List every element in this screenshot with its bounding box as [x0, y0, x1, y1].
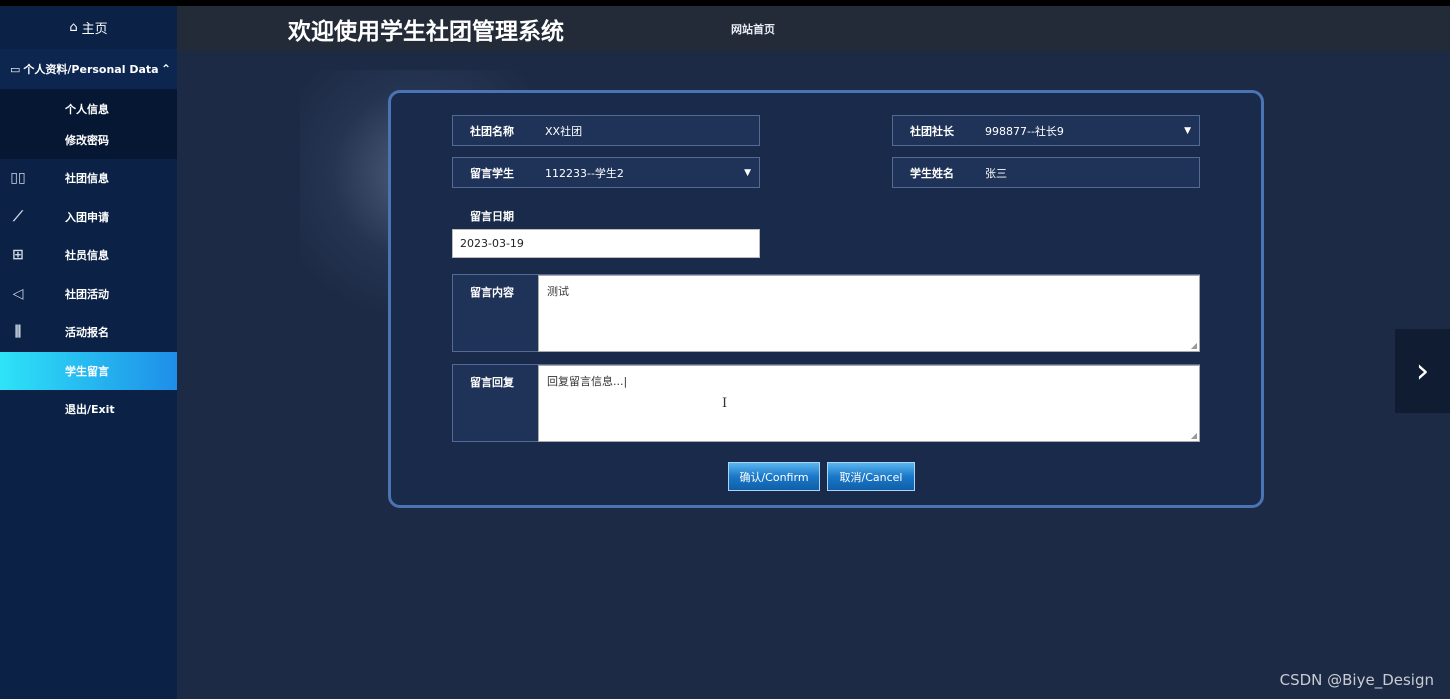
ruler-icon: ⟋: [13, 208, 23, 225]
student-name-label: 学生姓名: [910, 166, 954, 180]
dropdown-caret-icon[interactable]: ▼: [744, 168, 751, 178]
website-home-link[interactable]: 网站首页: [731, 21, 775, 37]
sidebar-item-exit[interactable]: 退出/Exit: [0, 390, 177, 429]
dropdown-caret-icon[interactable]: ▼: [1184, 126, 1191, 136]
page-title: 欢迎使用学生社团管理系统: [288, 18, 564, 45]
home-icon: ⌂: [69, 20, 78, 35]
section-label: 个人资料/Personal Data: [23, 63, 159, 76]
message-student-label: 留言学生: [470, 166, 514, 180]
book-icon: ▯▯: [10, 170, 26, 187]
sidebar-item-label: 社员信息: [65, 249, 109, 263]
home-link[interactable]: ⌂ 主页: [0, 6, 177, 49]
sidebar-item-label: 入团申请: [65, 210, 109, 224]
club-leader-field: 社团社长 998877--社长9 ▼: [892, 115, 1200, 146]
sidebar-item-label: 社团信息: [65, 172, 109, 186]
club-leader-select[interactable]: 998877--社长9: [985, 123, 1064, 139]
sidebar-item-label: 退出/Exit: [65, 403, 115, 417]
sidebar-item-label: 社团活动: [65, 287, 109, 301]
sidebar-item-label: 活动报名: [65, 326, 109, 340]
sidebar-item-change-password[interactable]: 修改密码: [0, 124, 177, 155]
sidebar-item-student-message[interactable]: 学生留言: [0, 351, 177, 390]
next-arrow-button[interactable]: ›: [1395, 329, 1450, 413]
message-student-field: 留言学生 112233--学生2 ▼: [452, 157, 760, 188]
message-date-label: 留言日期: [470, 210, 514, 223]
sidebar-item-club-activity[interactable]: ◁ 社团活动: [0, 275, 177, 314]
sidebar-item-profile[interactable]: 个人信息: [0, 93, 177, 124]
message-student-select[interactable]: 112233--学生2: [545, 165, 624, 181]
message-content-field: 留言内容 测试 ◢: [452, 274, 1200, 352]
message-reply-label: 留言回复: [470, 376, 514, 389]
club-name-label: 社团名称: [470, 124, 514, 138]
student-name-input[interactable]: 张三: [985, 165, 1007, 181]
cancel-button[interactable]: 取消/Cancel: [827, 462, 915, 491]
personal-submenu: 个人信息 修改密码: [0, 89, 177, 159]
library-icon: ⫼: [14, 324, 22, 341]
club-name-input[interactable]: XX社团: [545, 123, 582, 139]
message-content-textarea[interactable]: 测试 ◢: [538, 275, 1200, 352]
message-reply-textarea[interactable]: 回复留言信息...| ◢: [538, 365, 1200, 442]
message-content-label: 留言内容: [470, 286, 514, 299]
sidebar-item-activity-signup[interactable]: ⫼ 活动报名: [0, 313, 177, 352]
sidebar-item-label: 学生留言: [65, 364, 109, 378]
message-date-input[interactable]: 2023-03-19: [452, 229, 760, 258]
message-content-text: 测试: [547, 285, 569, 298]
home-label: 主页: [81, 22, 108, 37]
chevron-right-icon: ›: [1415, 351, 1430, 391]
sidebar-item-club-info[interactable]: ▯▯ 社团信息: [0, 159, 177, 198]
paper-plane-icon: ◁: [12, 285, 24, 302]
sidebar-item-join-application[interactable]: ⟋ 入团申请: [0, 198, 177, 237]
resize-grip-icon[interactable]: ◢: [1191, 341, 1197, 350]
message-reply-field: 留言回复 回复留言信息...| ◢: [452, 364, 1200, 442]
watermark: CSDN @Biye_Design: [1279, 671, 1434, 689]
sidebar: ⌂ 主页 ▭ 个人资料/Personal Data ⌃ 个人信息 修改密码 ▯▯…: [0, 6, 177, 699]
id-card-icon: ▭: [10, 62, 21, 76]
student-name-field: 学生姓名 张三: [892, 157, 1200, 188]
grid-search-icon: ⊞: [12, 247, 24, 264]
header: 欢迎使用学生社团管理系统 网站首页: [177, 6, 1450, 51]
sidebar-item-member-info[interactable]: ⊞ 社员信息: [0, 236, 177, 275]
resize-grip-icon[interactable]: ◢: [1191, 431, 1197, 440]
confirm-button[interactable]: 确认/Confirm: [728, 462, 820, 491]
personal-data-section[interactable]: ▭ 个人资料/Personal Data ⌃: [0, 49, 177, 89]
text-cursor-icon: I: [722, 396, 728, 411]
club-leader-label: 社团社长: [910, 124, 954, 138]
message-reply-text: 回复留言信息...|: [547, 375, 628, 388]
club-name-field: 社团名称 XX社团: [452, 115, 760, 146]
chevron-up-icon: ⌃: [160, 62, 171, 76]
